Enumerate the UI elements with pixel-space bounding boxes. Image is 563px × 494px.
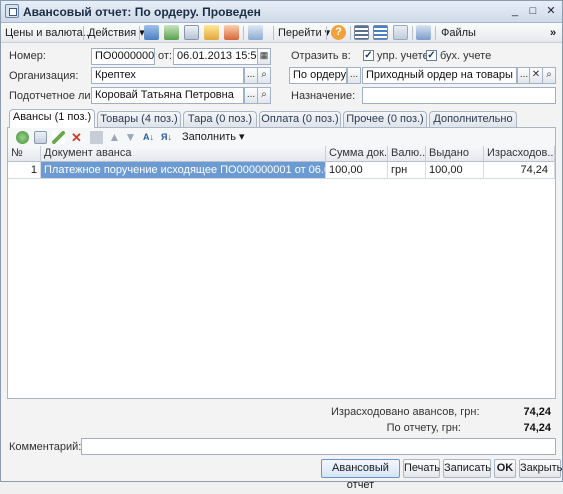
document-icon — [5, 4, 19, 18]
close-window-button[interactable]: ✕ — [543, 4, 559, 18]
organization-field[interactable]: Крептех — [91, 67, 244, 84]
column-header-issued[interactable]: Выдано — [426, 146, 484, 162]
post-document-icon[interactable] — [164, 25, 179, 40]
person-search-icon[interactable]: ⌕ — [257, 87, 271, 104]
management-accounting-label: упр. учете — [377, 50, 429, 62]
files-button[interactable]: Файлы — [441, 26, 476, 40]
report-total-label: По отчету, грн: — [386, 422, 461, 434]
table-row-spent[interactable]: 74,24 — [484, 162, 555, 179]
date-field[interactable]: 06.01.2013 15:50:35 — [173, 48, 270, 65]
move-up-icon[interactable]: ▲ — [108, 131, 121, 144]
copy-row-icon[interactable] — [34, 131, 47, 144]
spent-advances-value: 74,24 — [523, 406, 551, 418]
accounting-checkbox[interactable]: ✓ — [426, 50, 437, 61]
print-button[interactable]: Печать — [403, 459, 440, 478]
copy-icon[interactable] — [184, 25, 199, 40]
order-document-field[interactable]: Приходный ордер на товары ПО000 — [362, 67, 517, 84]
spent-advances-label: Израсходовано авансов, грн: — [331, 406, 480, 418]
date-label: от: — [158, 50, 172, 62]
fill-menu[interactable]: Заполнить ▾ — [182, 130, 245, 144]
main-toolbar: Цены и валюта... Действия ▾ Перейти ▾ ? … — [1, 23, 562, 43]
person-select-button[interactable]: ... — [244, 87, 258, 104]
structure-icon[interactable] — [248, 25, 263, 40]
column-header-amount[interactable]: Сумма док. — [326, 146, 388, 162]
table-row-number[interactable]: 1 — [8, 162, 41, 179]
ok-button[interactable]: OK — [494, 459, 516, 478]
help-icon[interactable]: ? — [331, 25, 346, 40]
toolbar-overflow-button[interactable]: » — [550, 26, 556, 40]
save-disk-icon[interactable] — [144, 25, 159, 40]
save-button[interactable]: Записать — [443, 459, 491, 478]
advances-table: № Документ аванса Сумма док. Валю... Выд… — [8, 146, 555, 397]
prices-currency-button[interactable]: Цены и валюта... — [5, 26, 92, 40]
actions-menu[interactable]: Действия ▾ — [88, 26, 145, 40]
organization-search-icon[interactable]: ⌕ — [257, 67, 271, 84]
sort-az-icon[interactable] — [393, 25, 408, 40]
close-button[interactable]: Закрыть — [519, 459, 562, 478]
tab-payment[interactable]: Оплата (0 поз.) — [259, 111, 341, 127]
sort-descending-icon[interactable]: Я↓ — [160, 131, 173, 144]
column-header-document[interactable]: Документ аванса — [41, 146, 326, 162]
column-header-number[interactable]: № — [8, 146, 41, 162]
add-row-icon[interactable] — [16, 131, 29, 144]
organization-label: Организация: — [9, 70, 79, 82]
comment-field[interactable] — [81, 438, 556, 455]
settings-icon[interactable] — [416, 25, 431, 40]
order-document-search-icon[interactable]: ⌕ — [542, 67, 556, 84]
report-total-value: 74,24 — [523, 422, 551, 434]
tab-containers[interactable]: Тара (0 поз.) — [183, 111, 257, 127]
management-accounting-checkbox[interactable]: ✓ — [363, 50, 374, 61]
clear-icon[interactable]: ✕ — [529, 67, 543, 84]
column-header-currency[interactable]: Валю... — [388, 146, 426, 162]
accountable-person-field[interactable]: Коровай Татьяна Петровна — [91, 87, 244, 104]
number-label: Номер: — [9, 50, 46, 62]
move-down-icon[interactable]: ▼ — [124, 131, 137, 144]
table-row-currency[interactable]: грн — [388, 162, 426, 179]
tab-additional[interactable]: Дополнительно — [429, 111, 517, 127]
minimize-button[interactable]: _ — [507, 4, 523, 18]
table-row-issued[interactable]: 100,00 — [426, 162, 484, 179]
order-type-select-button[interactable]: ... — [347, 67, 361, 84]
comment-label: Комментарий: — [9, 441, 82, 453]
advance-report-print-button[interactable]: Авансовый отчет — [321, 459, 400, 491]
delete-row-icon[interactable]: ✕ — [70, 131, 83, 144]
table-row-amount[interactable]: 100,00 — [326, 162, 388, 179]
accounting-label: бух. учете — [440, 50, 492, 62]
title-bar: Авансовый отчет: По ордеру. Проведен _ □… — [1, 1, 562, 23]
purpose-field[interactable] — [362, 87, 556, 104]
order-type-field[interactable]: По ордеру — [289, 67, 347, 84]
number-field[interactable]: ПО000000001 — [91, 48, 155, 65]
reflect-in-label: Отразить в: — [291, 50, 351, 62]
window-title: Авансовый отчет: По ордеру. Проведен — [23, 5, 261, 19]
table-row-document[interactable]: Платежное поручение исходящее ПО00000000… — [41, 162, 326, 179]
maximize-button[interactable]: □ — [525, 4, 541, 18]
edit-row-icon[interactable] — [52, 131, 65, 144]
tab-goods[interactable]: Товары (4 поз.) — [97, 111, 181, 127]
cancel-posting-icon[interactable] — [224, 25, 239, 40]
organization-select-button[interactable]: ... — [244, 67, 258, 84]
calendar-icon[interactable]: ▦ — [257, 48, 271, 65]
column-header-spent[interactable]: Израсходов... — [484, 146, 555, 162]
tab-advances[interactable]: Авансы (1 поз.) — [9, 109, 95, 128]
document-window: Авансовый отчет: По ордеру. Проведен _ □… — [0, 0, 563, 491]
list-view-icon[interactable] — [354, 25, 369, 40]
fill-based-on-icon[interactable] — [204, 25, 219, 40]
end-edit-icon[interactable] — [90, 131, 103, 144]
purpose-label: Назначение: — [291, 90, 356, 102]
panel-toolbar: ✕ ▲ ▼ A↓ Я↓ Заполнить ▾ — [8, 128, 555, 146]
columns-icon[interactable] — [373, 25, 388, 40]
goto-menu[interactable]: Перейти ▾ — [278, 26, 330, 40]
sort-ascending-icon[interactable]: A↓ — [142, 131, 155, 144]
tab-other[interactable]: Прочее (0 поз.) — [343, 111, 427, 127]
